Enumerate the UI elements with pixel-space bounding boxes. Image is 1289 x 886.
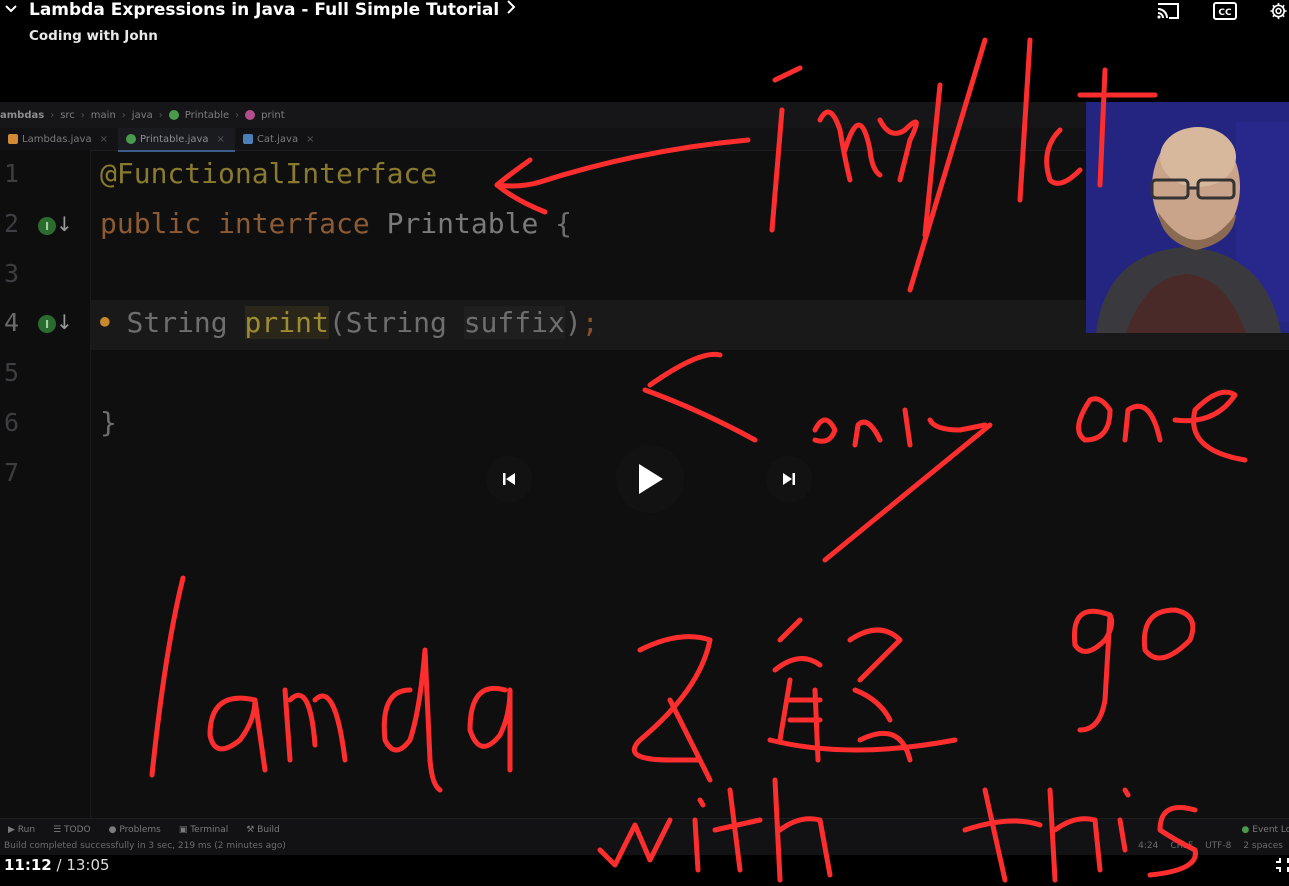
method-icon [245,110,256,120]
keyword: public [100,207,202,240]
breadcrumb-main: main [90,109,116,121]
event-log: ● Event Log [1241,825,1289,835]
breadcrumb-separator: › [50,109,55,121]
tab-label: Lambdas.java [22,133,92,145]
breadcrumb-src: src [60,109,75,121]
breadcrumb-separator: › [121,109,126,121]
java-class-icon [8,134,18,144]
breadcrumb-print: print [261,109,285,121]
breadcrumb-printable: Printable [184,109,230,121]
code-line-1: @FunctionalInterface [100,157,437,190]
presenter-webcam [1086,102,1289,333]
arrow-down-icon: ↓ [56,212,73,236]
brace: } [100,406,117,439]
tool-terminal: ▣ Terminal [178,825,229,835]
line-gutter: 1 2 3 4 5 6 7 I ↓ I ↓ [0,150,91,818]
status-message: Build completed successfully in 3 sec, 2… [4,841,286,851]
cursor-position: 4:24 [1138,841,1159,851]
tab-label: Cat.java [256,133,299,145]
arrow-down-icon: ↓ [56,310,73,334]
tab-cat: Cat.java × [235,128,325,150]
gear-icon[interactable] [1268,0,1289,22]
line-number: 5 [4,358,20,387]
type: String [126,306,228,339]
tool-run: ▶ Run [8,825,36,835]
chevron-right-icon[interactable] [505,0,517,20]
tab-lambdas: Lambdas.java × [0,128,118,150]
brace: { [555,207,573,240]
close-icon: × [216,133,225,145]
java-class-icon [242,134,253,144]
breadcrumb-project: ambdas [0,109,45,121]
code-line-2: public interface Printable { [100,207,572,240]
semicolon: ; [581,306,599,339]
skip-next-icon[interactable] [766,456,812,502]
paren: ) [564,306,582,339]
cast-icon[interactable] [1155,0,1181,22]
video-title[interactable]: Lambda Expressions in Java - Full Simple… [29,0,517,20]
status-right: 4:24 CRLF UTF-8 2 spaces [1138,841,1283,851]
line-number: 4 [4,308,20,337]
indent-setting: 2 spaces [1243,841,1283,851]
breadcrumb-separator: › [158,109,163,121]
line-number: 3 [4,259,20,288]
bulb-icon: ● [100,311,110,330]
interface-icon [168,110,179,120]
line-number: 7 [4,458,20,487]
implemented-icon: I [38,217,56,235]
cc-icon[interactable]: CC [1212,0,1238,22]
interface-icon [126,134,136,144]
code-line-6: } [100,406,117,439]
file-encoding: UTF-8 [1205,841,1232,851]
keyword: interface [218,207,370,240]
tab-label: Printable.java [140,133,209,145]
tool-problems: ● Problems [108,825,161,835]
svg-text:CC: CC [1218,8,1232,18]
tool-todo: ☰ TODO [53,825,91,835]
skip-previous-icon[interactable] [486,456,532,502]
interface-name: Printable [386,207,539,240]
time-separator: / [51,856,67,874]
breadcrumb-separator: › [235,109,240,121]
tool-window-bar: ▶ Run ☰ TODO ● Problems ▣ Terminal ⚒ Bui… [0,818,1289,841]
tab-printable: Printable.java × [118,128,235,152]
param-name: suffix [463,306,565,339]
play-icon[interactable] [616,445,684,513]
presenter-image [1086,102,1289,333]
playback-time: 11:12 / 13:05 [4,856,110,874]
line-number: 2 [4,209,20,238]
line-separator: CRLF [1170,841,1194,851]
chevron-down-icon[interactable] [4,0,18,22]
tool-build: ⚒ Build [246,825,280,835]
param-type: String [345,306,447,339]
paren: ( [328,306,346,339]
exit-fullscreen-icon[interactable] [1274,856,1289,874]
breadcrumb-separator: › [80,109,85,121]
channel-name[interactable]: Coding with John [29,28,158,44]
breadcrumb-java: java [131,109,153,121]
line-number: 6 [4,408,20,437]
current-time: 11:12 [4,856,52,874]
close-icon: × [99,133,108,145]
code-line-4: ● String print(String suffix); [100,306,599,339]
video-title-text[interactable]: Lambda Expressions in Java - Full Simple… [29,0,499,20]
duration: 13:05 [66,856,110,874]
status-bar: Build completed successfully in 3 sec, 2… [0,840,1289,855]
implemented-icon: I [38,315,56,333]
annotation: @FunctionalInterface [100,157,438,190]
line-number: 1 [4,159,20,188]
method-name: print [244,306,329,339]
close-icon: × [306,133,315,145]
